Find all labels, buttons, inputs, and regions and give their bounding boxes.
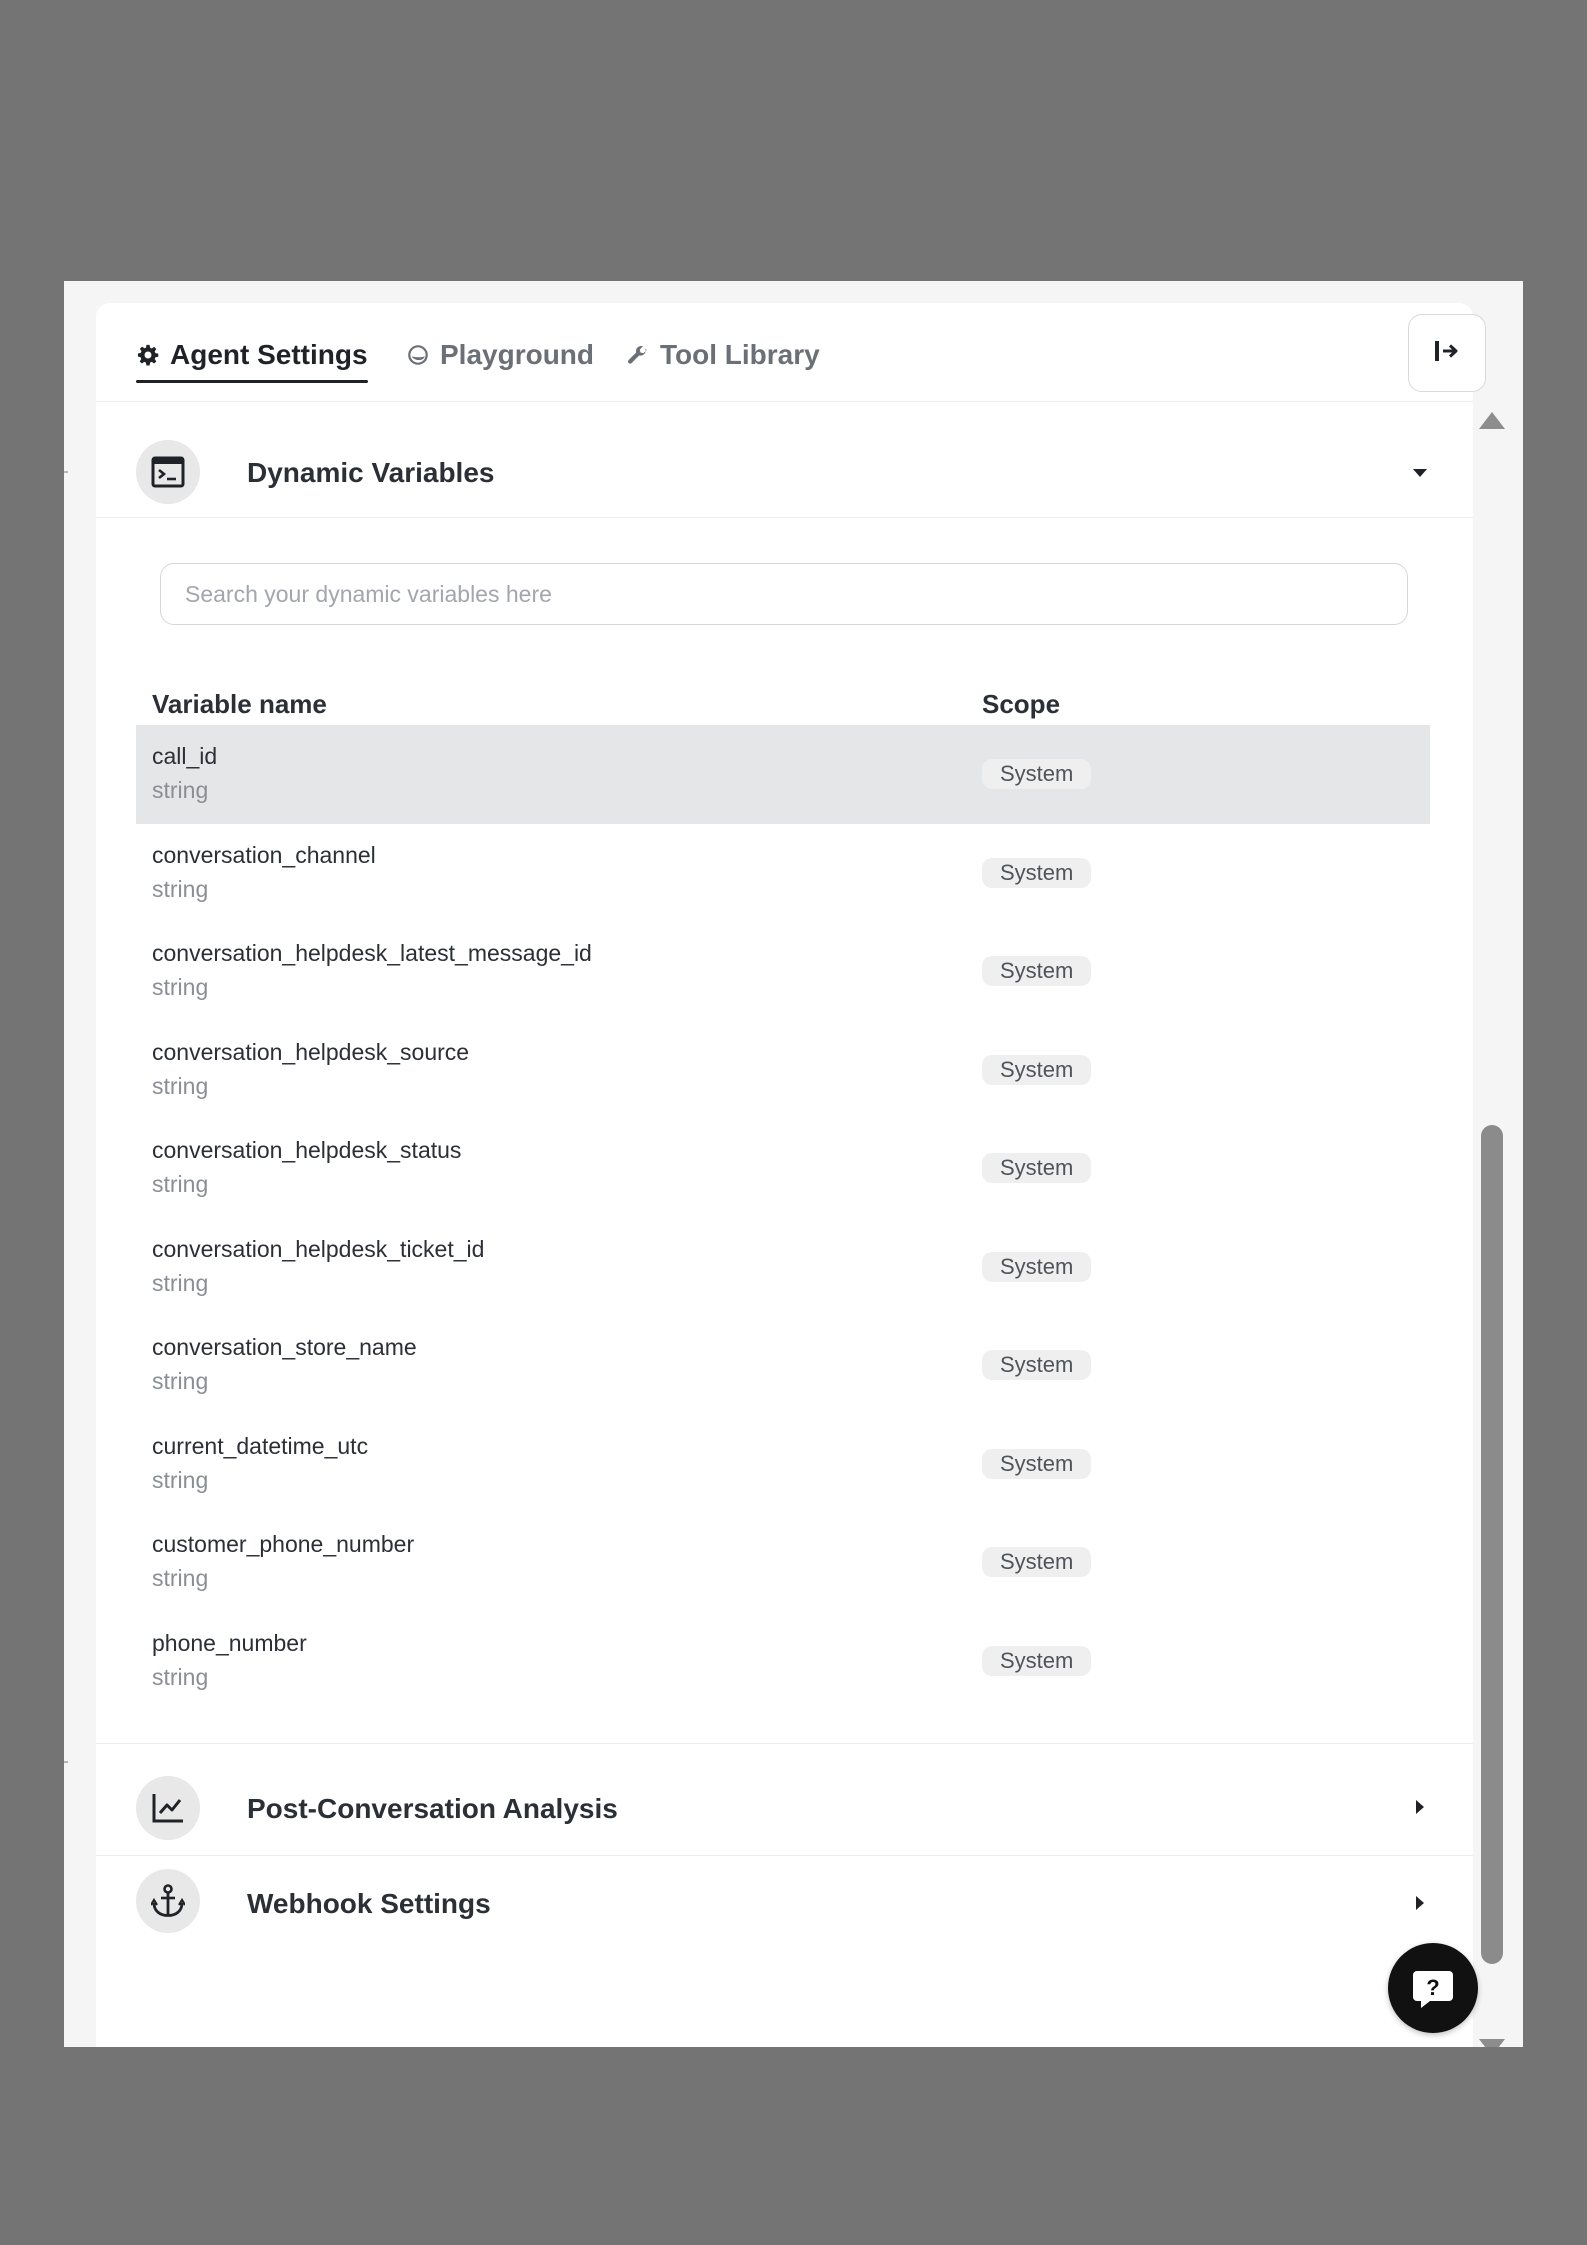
variable-type: string <box>152 777 209 803</box>
app-window: Agent Settings Playground Tool Library D… <box>64 281 1523 2047</box>
section-webhook-settings[interactable]: Webhook Settings <box>96 1854 1473 1964</box>
table-row[interactable]: customer_phone_number string System <box>136 1513 1430 1612</box>
table-row[interactable]: conversation_helpdesk_ticket_id string S… <box>136 1218 1430 1317</box>
tab-label: Tool Library <box>660 339 820 370</box>
variable-name: conversation_helpdesk_status <box>152 1137 462 1163</box>
scroll-up-arrow[interactable] <box>1479 412 1505 429</box>
agent-panel: Agent Settings Playground Tool Library D… <box>96 303 1486 2047</box>
collapse-panel-button[interactable] <box>1408 314 1486 392</box>
chart-line-icon <box>136 1776 200 1840</box>
help-icon: ? <box>1413 1971 1453 2008</box>
globe-icon <box>406 343 430 367</box>
section-post-conversation-analysis[interactable]: Post-Conversation Analysis <box>96 1743 1473 1856</box>
variable-name: conversation_store_name <box>152 1334 417 1360</box>
variable-type: string <box>152 1269 209 1296</box>
variable-search-input[interactable] <box>160 563 1408 625</box>
scope-badge: System <box>982 759 1092 789</box>
variable-type: string <box>152 1368 209 1394</box>
help-button[interactable]: ? <box>1388 1943 1478 2033</box>
scope-badge: System <box>982 1054 1092 1085</box>
table-row[interactable]: conversation_helpdesk_status string Syst… <box>136 1119 1430 1218</box>
scope-badge: System <box>982 1645 1092 1676</box>
variable-name: conversation_helpdesk_ticket_id <box>152 1235 485 1262</box>
scroll-down-arrow[interactable] <box>1479 2039 1505 2047</box>
section-title: Post-Conversation Analysis <box>247 1793 618 1824</box>
table-row[interactable]: conversation_helpdesk_source string Syst… <box>136 1021 1430 1120</box>
edge-marker <box>64 1761 68 1763</box>
variable-type: string <box>152 1565 209 1591</box>
tab-playground[interactable]: Playground <box>406 333 594 377</box>
tab-bar: Agent Settings Playground Tool Library <box>96 303 1486 402</box>
variable-name: conversation_helpdesk_source <box>152 1038 470 1065</box>
table-row[interactable]: current_datetime_utc string System <box>136 1415 1430 1514</box>
tab-label: Playground <box>440 339 595 370</box>
variable-name: conversation_helpdesk_latest_message_id <box>152 940 592 966</box>
collapse-right-icon <box>1432 338 1462 369</box>
variable-name: current_datetime_utc <box>152 1432 369 1459</box>
scope-badge: System <box>982 1448 1092 1479</box>
scope-badge: System <box>982 1251 1092 1282</box>
table-row[interactable]: phone_number string System <box>136 1612 1430 1711</box>
table-row[interactable]: conversation_store_name string System <box>136 1316 1430 1415</box>
variable-type: string <box>152 1663 209 1690</box>
terminal-icon <box>136 440 200 504</box>
scope-badge: System <box>982 1547 1092 1577</box>
tab-agent-settings[interactable]: Agent Settings <box>136 333 368 383</box>
variable-type: string <box>152 1171 209 1197</box>
scope-badge: System <box>982 956 1092 986</box>
edge-marker <box>64 471 68 473</box>
variable-name: conversation_channel <box>152 841 376 868</box>
scope-badge: System <box>982 1350 1092 1380</box>
anchor-icon <box>136 1869 200 1933</box>
section-title: Dynamic Variables <box>247 457 495 488</box>
table-row[interactable]: conversation_channel string System <box>136 824 1430 923</box>
variable-name: call_id <box>152 743 218 769</box>
gear-icon <box>136 343 160 367</box>
variable-type: string <box>152 1466 209 1493</box>
scope-badge: System <box>982 857 1092 888</box>
variable-name: customer_phone_number <box>152 1531 415 1557</box>
caret-right-icon[interactable] <box>1411 1894 1429 1912</box>
caret-right-icon[interactable] <box>1411 1798 1429 1816</box>
tab-label: Agent Settings <box>170 339 368 370</box>
scrollbar-thumb[interactable] <box>1481 1125 1503 1964</box>
wrench-icon <box>626 343 650 367</box>
section-dynamic-variables[interactable]: Dynamic Variables <box>96 407 1473 518</box>
variable-type: string <box>152 875 209 902</box>
column-header-variable-name: Variable name <box>152 689 327 719</box>
table-row[interactable]: conversation_helpdesk_latest_message_id … <box>136 922 1430 1021</box>
help-glyph: ? <box>1426 1975 1439 2000</box>
variable-name: phone_number <box>152 1629 307 1656</box>
variable-type: string <box>152 974 209 1000</box>
variable-type: string <box>152 1072 209 1099</box>
scope-badge: System <box>982 1153 1092 1183</box>
tab-tool-library[interactable]: Tool Library <box>626 333 820 377</box>
column-header-scope: Scope <box>982 689 1061 719</box>
caret-down-icon[interactable] <box>1411 464 1429 482</box>
table-row[interactable]: call_id string System <box>136 725 1430 824</box>
section-title: Webhook Settings <box>247 1888 491 1919</box>
variables-table: call_id string System conversation_chann… <box>136 725 1430 1710</box>
